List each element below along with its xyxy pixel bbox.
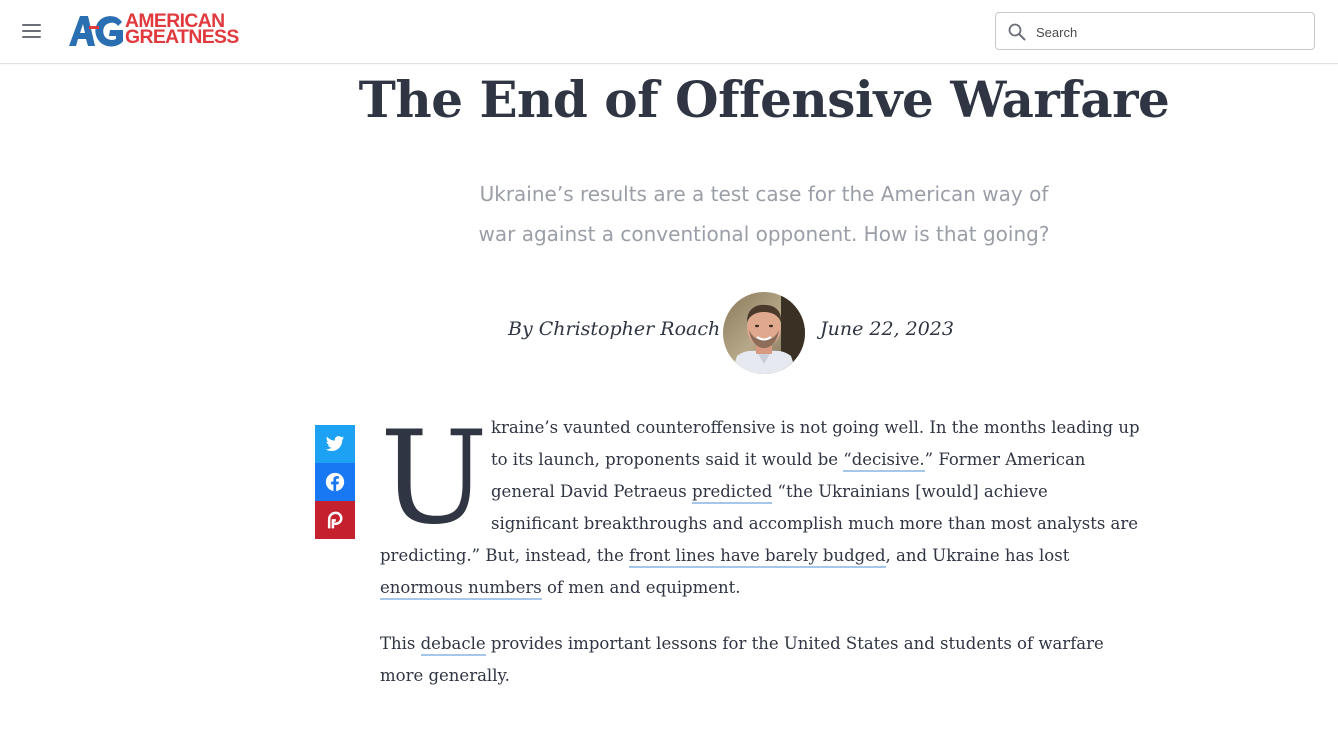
search-box[interactable] xyxy=(995,12,1315,50)
share-bar xyxy=(315,425,355,539)
link-enormous-numbers[interactable]: enormous numbers xyxy=(380,578,542,600)
search-input[interactable] xyxy=(1036,21,1296,43)
hamburger-menu-icon[interactable] xyxy=(22,22,42,40)
link-decisive[interactable]: “decisive. xyxy=(843,450,925,472)
site-header: AMERICAN GREATNESS xyxy=(0,0,1338,64)
share-facebook-button[interactable] xyxy=(315,463,355,501)
logo-line2: GREATNESS xyxy=(125,27,239,48)
link-predicted[interactable]: predicted xyxy=(692,482,773,504)
article-date: June 22, 2023 xyxy=(820,318,954,340)
site-logo[interactable]: AMERICAN GREATNESS xyxy=(67,12,247,52)
p2-text-2: provides important lessons for the Unite… xyxy=(380,634,1104,685)
link-debacle[interactable]: debacle xyxy=(420,634,486,656)
drop-cap: U xyxy=(380,404,488,553)
article-subtitle: Ukraine’s results are a test case for th… xyxy=(478,182,1050,246)
article-title: The End of Offensive Warfare xyxy=(358,70,1170,129)
parler-icon xyxy=(327,511,343,529)
ag-logo-mark-icon xyxy=(69,16,123,47)
share-parler-button[interactable] xyxy=(315,501,355,539)
article-body: Ukraine’s vaunted counteroffensive is no… xyxy=(380,412,1140,716)
link-front-lines[interactable]: front lines have barely budged xyxy=(629,546,886,568)
author-photo xyxy=(723,292,805,374)
search-icon xyxy=(1008,23,1026,41)
p1-text-4: , and Ukraine has lost xyxy=(885,546,1070,565)
p2-text-1: This xyxy=(380,634,421,653)
logo-wordmark: AMERICAN GREATNESS xyxy=(125,12,239,48)
paragraph-2: This debacle provides important lessons … xyxy=(380,628,1140,692)
share-twitter-button[interactable] xyxy=(315,425,355,463)
p1-text-5: of men and equipment. xyxy=(541,578,741,597)
twitter-icon xyxy=(325,436,345,451)
author-avatar[interactable] xyxy=(723,292,805,374)
article-byline[interactable]: By Christopher Roach xyxy=(508,318,720,340)
facebook-icon xyxy=(325,472,345,492)
paragraph-1: Ukraine’s vaunted counteroffensive is no… xyxy=(380,412,1140,604)
